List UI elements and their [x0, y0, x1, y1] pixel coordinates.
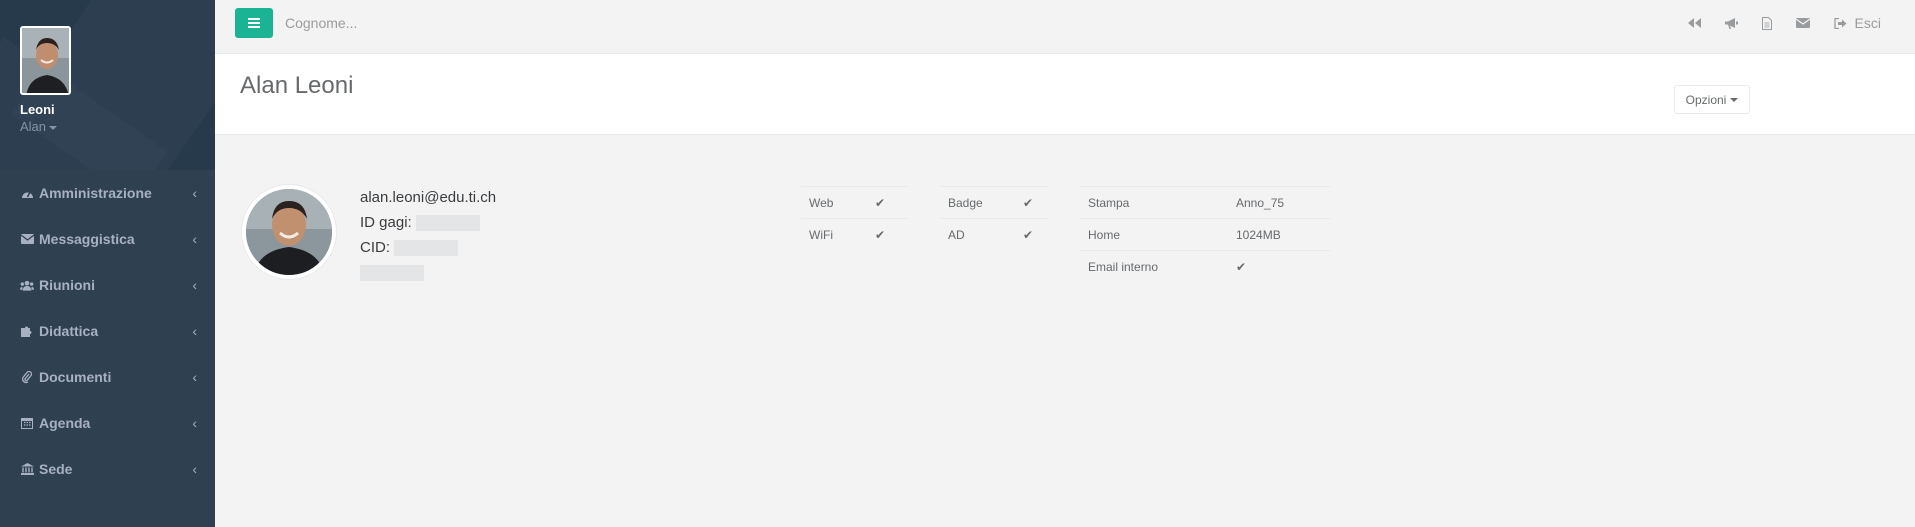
sidebar-item-label: Sede [39, 461, 73, 477]
check-icon: ✔ [1228, 250, 1330, 283]
table-row: AD ✔ [940, 218, 1048, 251]
file-icon[interactable] [1761, 16, 1772, 30]
dashboard-icon [20, 186, 34, 200]
logout-link[interactable]: Esci [1833, 15, 1881, 31]
bank-icon [20, 462, 34, 476]
table-row: Web ✔ [801, 186, 909, 219]
user-email: alan.leoni@edu.ti.ch [360, 189, 497, 206]
sidebar-item-label: Amministrazione [39, 185, 152, 201]
calendar-icon [20, 416, 34, 430]
chevron-left-icon: ‹ [192, 323, 197, 339]
account-table: Stampa Anno_75 Home 1024MB Email interno… [1080, 186, 1330, 283]
access-table-2: Badge ✔ AD ✔ [940, 186, 1048, 251]
check-icon: ✔ [867, 218, 909, 251]
chevron-left-icon: ‹ [192, 369, 197, 385]
page-heading: Alan Leoni Opzioni [215, 54, 1915, 135]
profile-last-name: Leoni [20, 102, 55, 117]
backward-icon[interactable] [1687, 18, 1701, 28]
row-label: Home [1080, 218, 1228, 251]
puzzle-icon [20, 324, 34, 338]
chevron-left-icon: ‹ [192, 277, 197, 293]
menu-toggle-button[interactable] [235, 8, 273, 38]
check-icon: ✔ [1015, 218, 1048, 251]
redacted-field [360, 265, 424, 282]
sidebar-item-label: Documenti [39, 369, 112, 385]
check-icon: ✔ [1015, 186, 1048, 219]
chevron-left-icon: ‹ [192, 185, 197, 201]
sign-out-icon [1833, 17, 1847, 29]
table-row: Stampa Anno_75 [1080, 186, 1330, 219]
profile-first-name-dropdown[interactable]: Alan [20, 119, 215, 134]
users-icon [20, 278, 34, 292]
redacted-id-gagi [415, 215, 480, 232]
user-photo [242, 185, 336, 279]
sidebar-item-agenda[interactable]: Agenda ‹ [0, 400, 215, 446]
options-label: Opzioni [1685, 92, 1727, 107]
options-dropdown-button[interactable]: Opzioni [1674, 85, 1750, 114]
search-input[interactable] [285, 10, 585, 36]
sidebar: Leoni Alan Amministrazione ‹ Messaggisti… [0, 0, 215, 527]
table-row: WiFi ✔ [801, 218, 909, 251]
row-label: WiFi [801, 218, 867, 251]
top-icons: Esci [1664, 0, 1881, 46]
bullhorn-icon[interactable] [1724, 17, 1738, 29]
bars-icon [248, 18, 260, 28]
sidebar-item-didattica[interactable]: Didattica ‹ [0, 308, 215, 354]
table-row: Email interno ✔ [1080, 250, 1330, 283]
row-label: AD [940, 218, 1015, 251]
row-label: Stampa [1080, 186, 1228, 219]
access-table-1: Web ✔ WiFi ✔ [801, 186, 909, 251]
sidebar-item-label: Didattica [39, 323, 99, 339]
paperclip-icon [20, 370, 34, 384]
id-gagi-label: ID gagi: [360, 214, 412, 231]
sidebar-item-documenti[interactable]: Documenti ‹ [0, 354, 215, 400]
envelope-icon [20, 232, 34, 246]
sidebar-item-sede[interactable]: Sede ‹ [0, 446, 215, 492]
logout-label: Esci [1854, 15, 1881, 31]
row-value: Anno_75 [1228, 186, 1330, 219]
table-row: Home 1024MB [1080, 218, 1330, 251]
sidebar-item-label: Messaggistica [39, 231, 135, 247]
check-icon: ✔ [867, 186, 909, 219]
table-row: Badge ✔ [940, 186, 1048, 219]
sidebar-item-riunioni[interactable]: Riunioni ‹ [0, 262, 215, 308]
page-title: Alan Leoni [240, 72, 354, 99]
chevron-left-icon: ‹ [192, 415, 197, 431]
chevron-left-icon: ‹ [192, 231, 197, 247]
row-value: 1024MB [1228, 218, 1330, 251]
row-label: Badge [940, 186, 1015, 219]
cid-label: CID: [360, 239, 390, 256]
sidebar-item-amministrazione[interactable]: Amministrazione ‹ [0, 170, 215, 216]
avatar[interactable] [20, 26, 71, 95]
sidebar-item-label: Riunioni [39, 277, 95, 293]
user-info: alan.leoni@edu.ti.ch ID gagi: CID: [360, 188, 496, 288]
sidebar-item-messaggistica[interactable]: Messaggistica ‹ [0, 216, 215, 262]
caret-down-icon [49, 125, 58, 130]
redacted-cid [394, 240, 459, 257]
envelope-icon[interactable] [1795, 18, 1810, 28]
profile-first-name: Alan [20, 119, 47, 134]
chevron-left-icon: ‹ [192, 461, 197, 477]
sidebar-item-label: Agenda [39, 415, 91, 431]
sidebar-nav: Amministrazione ‹ Messaggistica ‹ Riunio… [0, 170, 215, 492]
row-label: Web [801, 186, 867, 219]
profile-block: Leoni Alan [0, 0, 215, 170]
caret-down-icon [1730, 97, 1739, 102]
top-navbar: Esci [215, 0, 1915, 54]
row-label: Email interno [1080, 250, 1228, 283]
